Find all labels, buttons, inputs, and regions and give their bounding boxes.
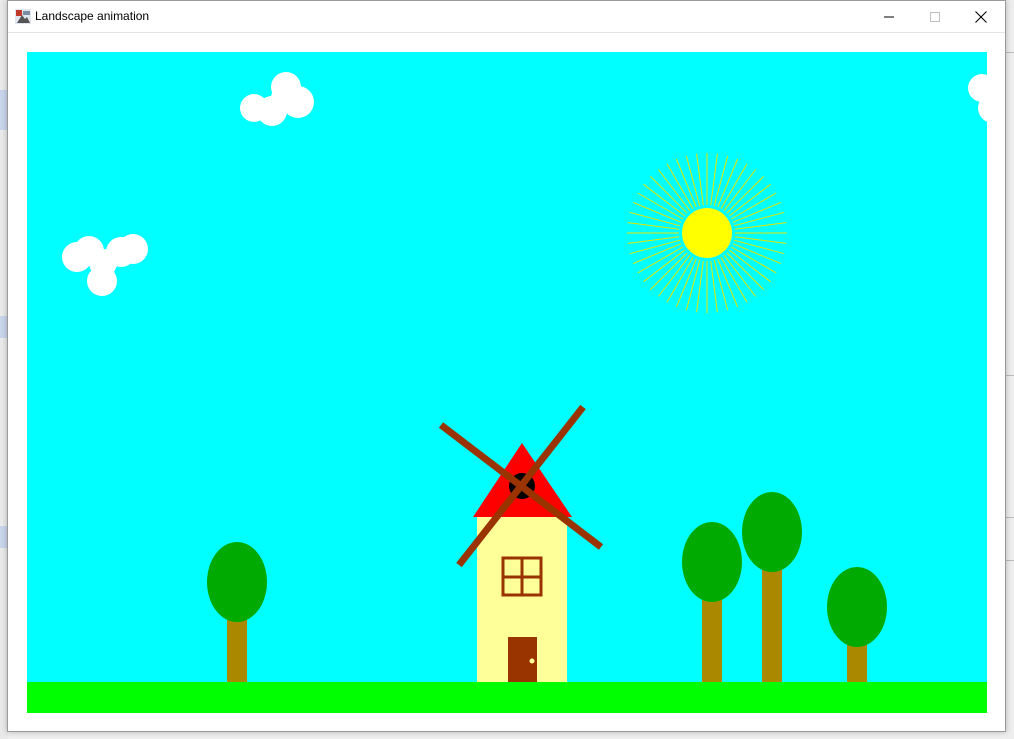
tree-crown [827, 567, 887, 647]
window-title: Landscape animation [35, 9, 150, 23]
background-highlight [0, 526, 7, 548]
tree-trunk [847, 643, 867, 682]
background-divider [1006, 52, 1014, 53]
close-icon [975, 10, 987, 23]
background-divider [1006, 517, 1014, 518]
tree-trunk [227, 620, 247, 682]
sun [682, 208, 732, 258]
java-app-icon [15, 9, 31, 24]
ground [27, 682, 987, 713]
landscape-scene [27, 52, 987, 713]
title-bar[interactable]: Landscape animation [8, 1, 1005, 33]
app-window: Landscape animation [7, 0, 1006, 732]
background-window-edge-right [1006, 0, 1014, 739]
tree-crown [682, 522, 742, 602]
tree-trunk [702, 600, 722, 682]
minimize-button[interactable] [866, 1, 912, 32]
close-button[interactable] [958, 1, 1004, 32]
background-highlight [0, 316, 7, 338]
tree-trunk [762, 567, 782, 682]
maximize-icon [930, 11, 940, 22]
tree-crown [742, 492, 802, 572]
background-divider [1006, 560, 1014, 561]
maximize-button[interactable] [912, 1, 958, 32]
tree-crown [207, 542, 267, 622]
door-knob [529, 658, 535, 664]
minimize-icon [884, 16, 894, 17]
background-divider [1006, 375, 1014, 376]
background-highlight [0, 108, 7, 130]
animation-canvas [27, 52, 987, 713]
